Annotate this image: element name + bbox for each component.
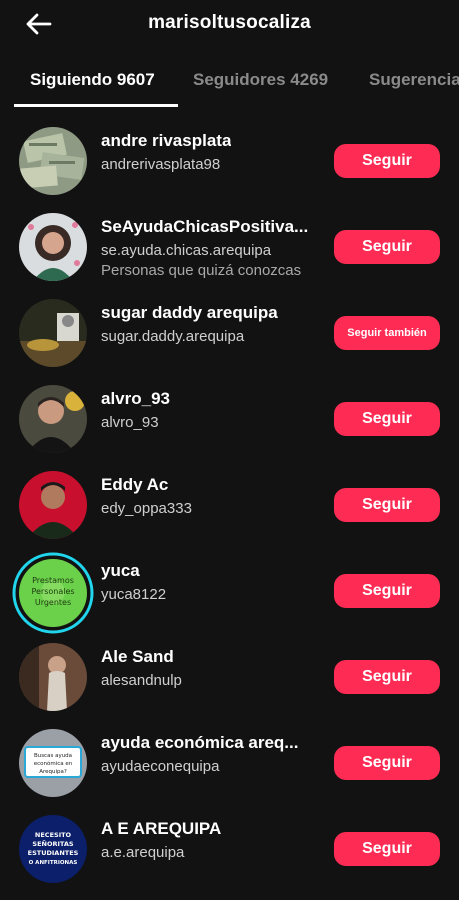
follow-button[interactable]: Seguir [334, 832, 440, 866]
user-handle: se.ayuda.chicas.arequipa [101, 242, 272, 259]
svg-text:Buscas ayuda: Buscas ayuda [34, 753, 72, 759]
list-item[interactable]: andre rivasplata andrerivasplata98 Segui… [0, 118, 459, 204]
user-handle: ayudaeconequipa [101, 758, 220, 775]
list-item[interactable]: sugar daddy arequipa sugar.daddy.arequip… [0, 290, 459, 376]
list-item[interactable]: Ale Sand alesandnulp Seguir [0, 634, 459, 720]
list-item[interactable]: Eddy Ac edy_oppa333 Seguir [0, 462, 459, 548]
user-handle: andrerivasplata98 [101, 156, 221, 173]
svg-text:O ANFITRIONAS: O ANFITRIONAS [29, 860, 78, 866]
svg-text:económica en: económica en [34, 760, 73, 767]
user-handle: sugar.daddy.arequipa [101, 328, 245, 345]
avatar[interactable] [19, 643, 87, 711]
follow-button[interactable]: Seguir [334, 660, 440, 694]
user-handle: edy_oppa333 [101, 500, 192, 517]
list-item[interactable]: Buscas ayuda económica en Arequipa? ayud… [0, 720, 459, 806]
list-item[interactable]: SeAyudaChicasPositiva... se.ayuda.chicas… [0, 204, 459, 290]
user-name: SeAyudaChicasPositiva... [101, 217, 309, 236]
avatar[interactable] [19, 213, 87, 281]
svg-text:Prestamos: Prestamos [32, 576, 74, 585]
user-name: Ale Sand [101, 647, 174, 666]
page-title: marisoltusocaliza [148, 12, 311, 33]
avatar[interactable] [19, 127, 87, 195]
follow-button[interactable]: Seguir [334, 488, 440, 522]
svg-text:NECESITO: NECESITO [35, 831, 72, 839]
active-tab-indicator [14, 104, 178, 107]
svg-text:SEÑORITAS: SEÑORITAS [32, 839, 73, 848]
svg-text:Arequipa?: Arequipa? [39, 769, 67, 775]
follow-back-button[interactable]: Seguir también [334, 316, 440, 350]
svg-text:Urgentes: Urgentes [35, 598, 71, 607]
avatar[interactable]: Prestamos Personales Urgentes [12, 552, 94, 634]
follow-button[interactable]: Seguir [334, 230, 440, 264]
tab-bar: Siguiendo 9607 Seguidores 4269 Sugerenci… [0, 56, 459, 108]
list-item[interactable]: Prestamos Personales Urgentes yuca yuca8… [0, 548, 459, 634]
suggestion-reason: Personas que quizá conozcas [101, 262, 302, 279]
user-name: Eddy Ac [101, 475, 169, 494]
user-name: sugar daddy arequipa [101, 303, 278, 322]
svg-text:ESTUDIANTES: ESTUDIANTES [28, 849, 79, 857]
avatar[interactable] [19, 471, 87, 539]
user-handle: alesandnulp [101, 672, 182, 689]
avatar[interactable]: Buscas ayuda económica en Arequipa? [19, 729, 87, 797]
list-item[interactable]: alvro_93 alvro_93 Seguir [0, 376, 459, 462]
svg-text:Personales: Personales [31, 587, 74, 596]
top-bar: marisoltusocaliza [0, 0, 459, 48]
avatar[interactable] [19, 299, 87, 367]
user-handle: yuca8122 [101, 586, 167, 603]
avatar[interactable] [19, 385, 87, 453]
list-item[interactable]: NECESITO SEÑORITAS ESTUDIANTES O ANFITRI… [0, 806, 459, 892]
tab-seguidores[interactable]: Seguidores 4269 [193, 70, 328, 90]
user-name: A E AREQUIPA [101, 819, 222, 838]
user-handle: a.e.arequipa [101, 844, 185, 861]
follow-button[interactable]: Seguir [334, 402, 440, 436]
user-name: alvro_93 [101, 389, 170, 408]
user-name: ayuda económica areq... [101, 733, 299, 752]
user-name: andre rivasplata [101, 131, 232, 150]
avatar[interactable]: NECESITO SEÑORITAS ESTUDIANTES O ANFITRI… [19, 815, 87, 883]
tab-siguiendo[interactable]: Siguiendo 9607 [30, 70, 155, 90]
user-name: yuca [101, 561, 140, 580]
tab-sugerencias[interactable]: Sugerencias [369, 70, 459, 90]
follow-button[interactable]: Seguir [334, 574, 440, 608]
user-handle: alvro_93 [101, 414, 159, 431]
follow-button[interactable]: Seguir [334, 746, 440, 780]
follow-button[interactable]: Seguir [334, 144, 440, 178]
